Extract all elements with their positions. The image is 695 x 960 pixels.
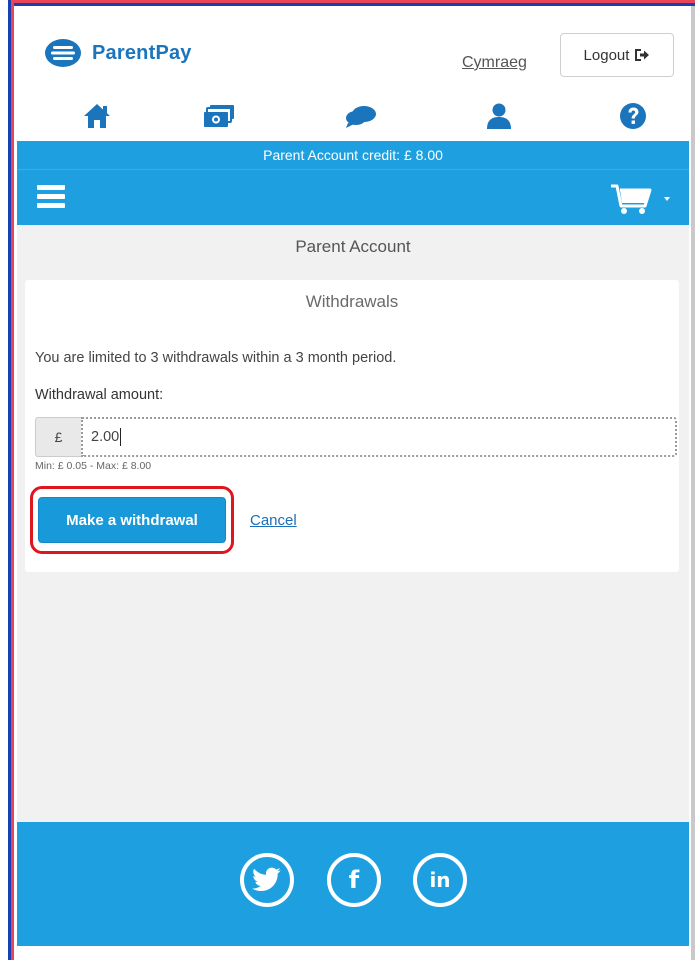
amount-range-hint: Min: £ 0.05 - Max: £ 8.00 [35,460,152,472]
payments-icon [204,105,234,127]
twitter-link[interactable] [240,853,294,907]
nav-messages[interactable] [343,100,379,132]
withdrawal-amount-input[interactable]: 2.00 [81,417,677,457]
page-title: Parent Account [17,225,689,269]
nav-home[interactable] [79,100,115,132]
menu-bar [17,169,689,225]
profile-icon [487,103,511,129]
nav-profile[interactable] [481,100,517,132]
account-credit-text: Parent Account credit: £ 8.00 [263,147,443,163]
text-caret [120,428,122,446]
frame-scrollbar-track [691,6,695,960]
home-icon [84,104,110,128]
logout-label: Logout [583,46,630,64]
facebook-link[interactable]: f [327,853,381,907]
hamburger-menu-icon[interactable] [37,185,65,209]
twitter-icon [252,867,281,892]
help-icon [620,103,646,129]
footer-bottom-strip [17,946,689,960]
account-credit-bar: Parent Account credit: £ 8.00 [17,141,689,169]
language-toggle-link[interactable]: Cymraeg [462,54,527,72]
make-withdrawal-button[interactable]: Make a withdrawal [38,497,226,543]
messages-icon [346,106,376,128]
facebook-icon: f [348,866,360,894]
brand-name: ParentPay [92,41,192,64]
nav-help[interactable] [615,100,651,132]
basket-dropdown-icon[interactable] [607,182,677,216]
withdrawal-amount-group: £ 2.00 [35,417,677,457]
logout-icon [635,49,650,61]
parentpay-logo-icon [45,39,81,67]
withdrawals-card: Withdrawals You are limited to 3 withdra… [25,280,679,572]
linkedin-icon: in [429,868,451,892]
main-nav [17,100,689,134]
page-title-text: Parent Account [295,237,411,256]
linkedin-link[interactable]: in [413,853,467,907]
withdrawal-amount-label: Withdrawal amount: [35,387,164,403]
frame-border-top-inner [8,3,695,6]
withdrawal-amount-value: 2.00 [91,429,120,445]
logout-button[interactable]: Logout [560,33,674,77]
withdrawal-limit-notice: You are limited to 3 withdrawals within … [35,350,397,366]
cancel-link[interactable]: Cancel [250,512,297,529]
nav-payments[interactable] [201,100,237,132]
card-title: Withdrawals [305,292,399,311]
screenshot-frame: ParentPay Cymraeg Logout Parent Account … [0,0,695,960]
parentpay-logo[interactable]: ParentPay [44,38,192,68]
frame-border-left-inner [11,0,14,960]
site-header: ParentPay Cymraeg Logout [17,8,689,141]
site-footer: f in [17,822,689,960]
currency-symbol-addon: £ [35,417,81,457]
parentpay-app: ParentPay Cymraeg Logout Parent Account … [17,8,689,960]
